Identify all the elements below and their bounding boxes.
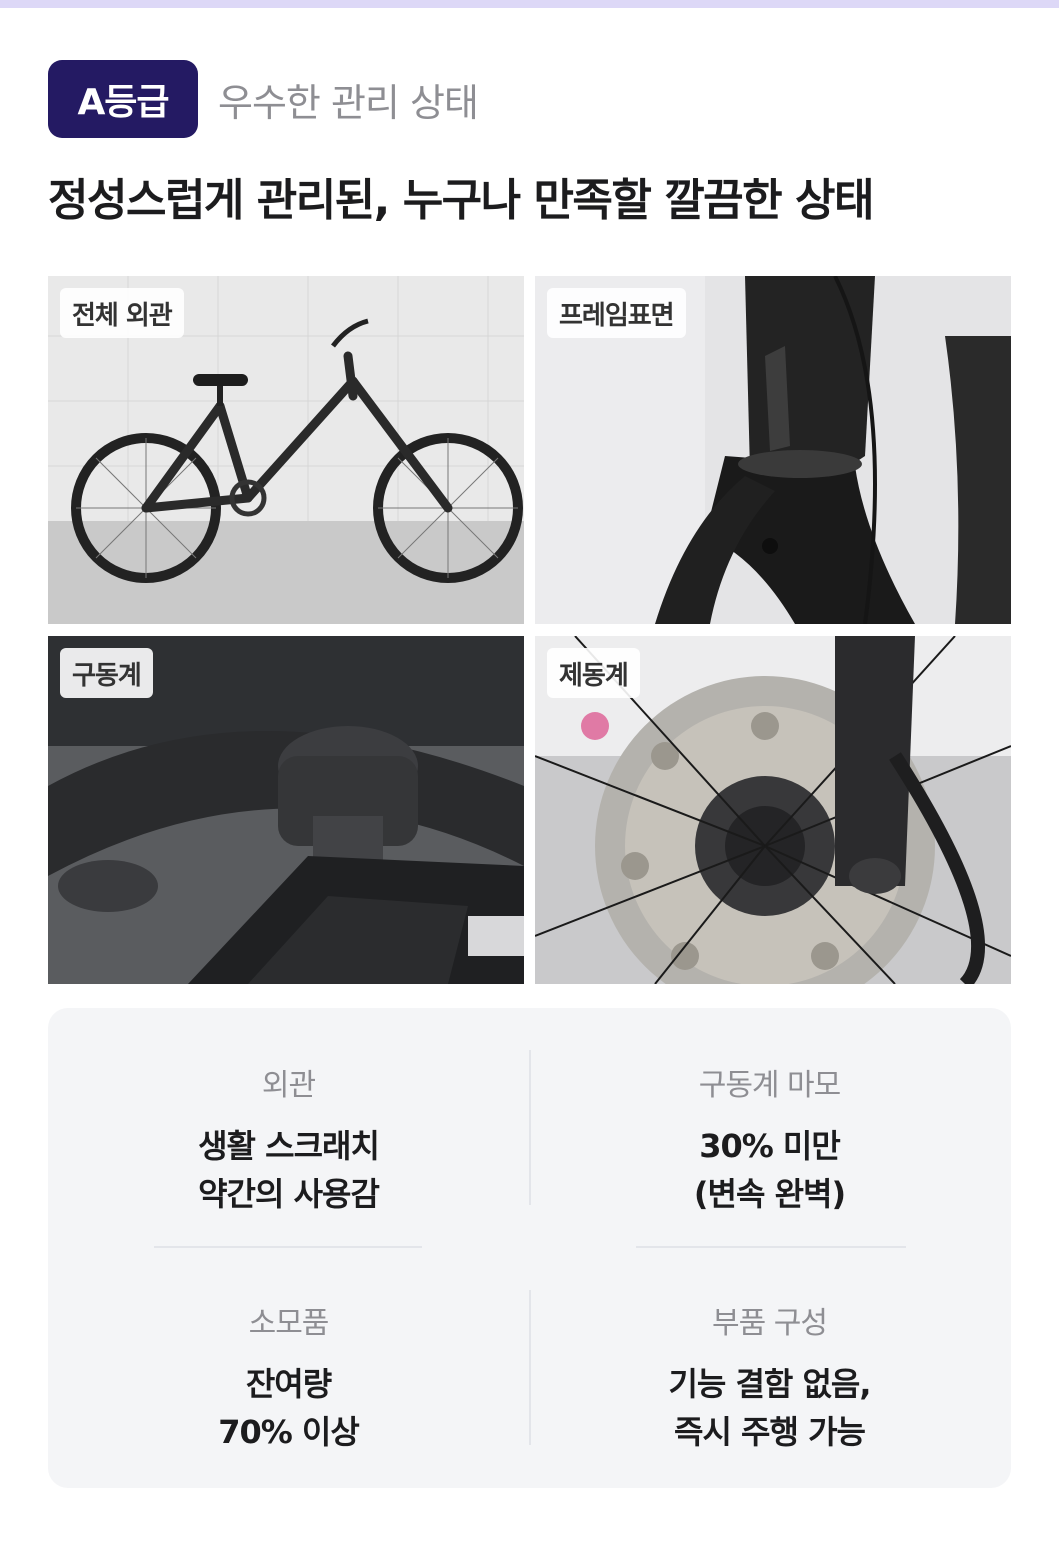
spec-label: 외관 — [261, 1068, 316, 1103]
photo-brakes[interactable]: 제동계 — [535, 636, 1011, 984]
photo-label: 제동계 — [547, 648, 640, 698]
spec-value: 30% 미만 (변속 완벽) — [529, 1122, 1010, 1218]
photo-label: 구동계 — [60, 648, 153, 698]
spec-value-line: 생활 스크래치 — [198, 1127, 380, 1165]
spec-exterior: 외관 생활 스크래치 약간의 사용감 — [48, 1060, 529, 1218]
grade-badge: A등급 — [48, 60, 198, 138]
photo-label: 전체 외관 — [60, 288, 184, 338]
spec-value-line: 기능 결함 없음, — [668, 1365, 871, 1403]
spec-value-line: 약간의 사용감 — [198, 1175, 380, 1213]
spec-value-line: 잔여량 — [245, 1365, 332, 1403]
spec-value-line: (변속 완벽) — [693, 1175, 846, 1213]
page-title: 정성스럽게 관리된, 누구나 만족할 깔끔한 상태 — [48, 175, 874, 226]
top-accent-strip — [0, 0, 1059, 8]
spec-value-line: 즉시 주행 가능 — [674, 1413, 866, 1451]
spec-value: 생활 스크래치 약간의 사용감 — [48, 1122, 529, 1218]
grade-row: A등급 우수한 관리 상태 — [48, 60, 479, 138]
photo-full-exterior[interactable]: 전체 외관 — [48, 276, 524, 624]
spec-components: 부품 구성 기능 결함 없음, 즉시 주행 가능 — [529, 1298, 1010, 1456]
photo-label: 프레임표면 — [547, 288, 686, 338]
divider-horizontal — [636, 1246, 906, 1248]
spec-label: 부품 구성 — [712, 1306, 828, 1341]
spec-drivetrain-wear: 구동계 마모 30% 미만 (변속 완벽) — [529, 1060, 1010, 1218]
photo-frame-surface[interactable]: 프레임표면 — [535, 276, 1011, 624]
spec-value-line: 30% 미만 — [699, 1127, 841, 1165]
spec-label: 소모품 — [248, 1306, 330, 1341]
spec-value: 기능 결함 없음, 즉시 주행 가능 — [529, 1360, 1010, 1456]
spec-label: 구동계 마모 — [698, 1068, 842, 1103]
spec-value: 잔여량 70% 이상 — [48, 1360, 529, 1456]
condition-spec-panel: 외관 생활 스크래치 약간의 사용감 구동계 마모 30% 미만 (변속 완벽)… — [48, 1008, 1011, 1488]
spec-value-line: 70% 이상 — [218, 1413, 360, 1451]
grade-description: 우수한 관리 상태 — [218, 80, 479, 125]
divider-horizontal — [154, 1246, 422, 1248]
photo-drivetrain[interactable]: 구동계 — [48, 636, 524, 984]
spec-consumables: 소모품 잔여량 70% 이상 — [48, 1298, 529, 1456]
